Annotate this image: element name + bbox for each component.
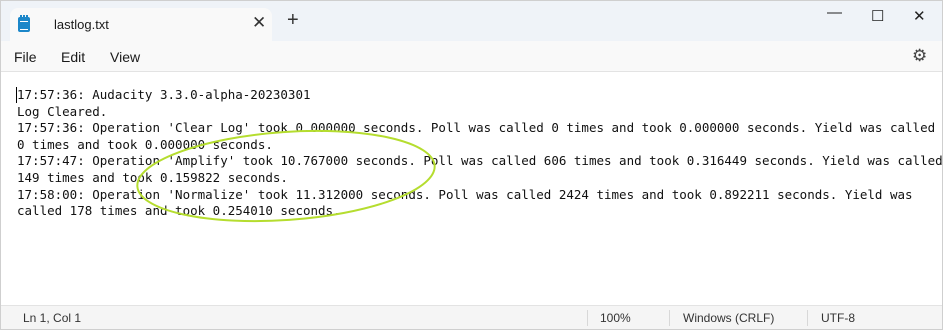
menu-view[interactable]: View [110,49,140,65]
new-tab-button[interactable]: + [287,10,299,30]
text-caret [16,87,17,103]
log-line: 17:57:36: Audacity 3.3.0-alpha-20230301 [17,87,311,102]
settings-gear-icon[interactable]: ⚙ [912,46,927,66]
status-divider [669,310,670,326]
tab-lastlog[interactable]: lastlog.txt ✕ [10,8,272,41]
tab-close-icon[interactable]: ✕ [252,13,266,33]
status-bar: Ln 1, Col 1 100% Windows (CRLF) UTF-8 [1,305,942,329]
close-window-button[interactable]: ✕ [913,7,926,25]
log-line: 17:57:47: Operation 'Amplify' took 10.76… [17,153,943,169]
status-divider [587,310,588,326]
log-line: Log Cleared. [17,103,108,119]
log-line: 17:58:00: Operation 'Normalize' took 11.… [17,186,913,202]
menu-file[interactable]: File [14,49,37,65]
menu-bar: File Edit View ⚙ [1,41,942,72]
notepad-window: lastlog.txt ✕ + — ☐ ✕ File Edit View ⚙ 1… [0,0,943,330]
log-line: 17:57:36: Operation 'Clear Log' took 0.0… [17,120,936,136]
menu-edit[interactable]: Edit [61,49,85,65]
status-divider [807,310,808,326]
maximize-button[interactable]: ☐ [871,7,884,25]
title-bar: lastlog.txt ✕ + — ☐ ✕ [1,1,942,41]
cursor-position: Ln 1, Col 1 [23,311,82,325]
minimize-button[interactable]: — [827,4,842,21]
zoom-level: 100% [600,311,631,325]
encoding: UTF-8 [821,311,855,325]
line-endings: Windows (CRLF) [683,311,775,325]
notepad-icon [18,15,30,32]
log-line: called 178 times and took 0.254010 secon… [17,203,341,219]
tab-title: lastlog.txt [54,17,109,32]
log-line: 0 times and took 0.000000 seconds. [17,136,273,152]
log-line: 149 times and took 0.159822 seconds. [17,170,288,185]
